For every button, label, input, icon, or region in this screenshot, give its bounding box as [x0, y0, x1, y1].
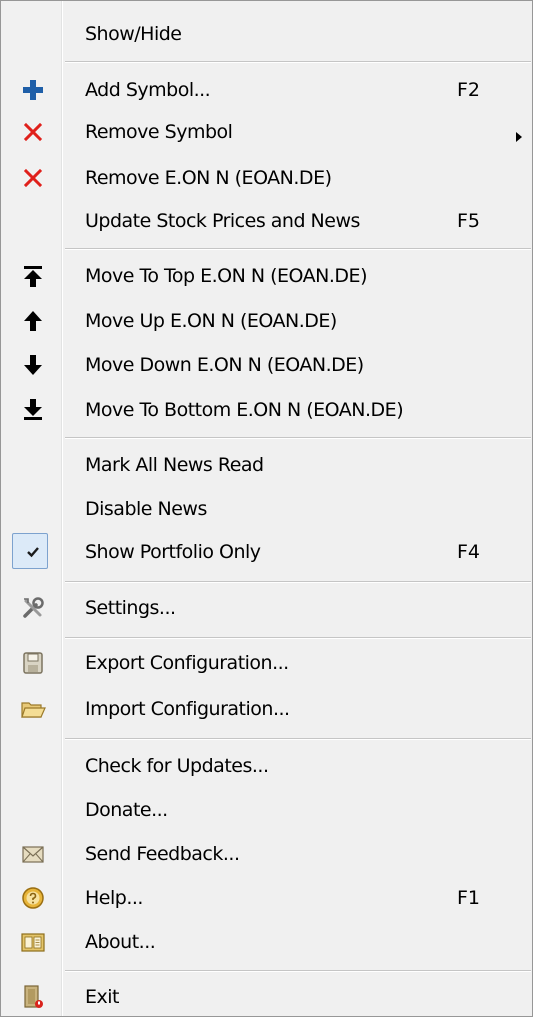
- arrow-up-icon: [19, 307, 47, 335]
- menu-item-label: About...: [85, 931, 156, 953]
- menu-item-label: Check for Updates...: [85, 755, 269, 777]
- envelope-icon: [19, 840, 47, 868]
- menu-item-help[interactable]: Help... F1: [1, 875, 532, 921]
- menu-item-remove-eon[interactable]: Remove E.ON N (EOAN.DE): [1, 155, 532, 201]
- menu-item-move-up[interactable]: Move Up E.ON N (EOAN.DE): [1, 298, 532, 344]
- menu-item-move-top[interactable]: Move To Top E.ON N (EOAN.DE): [1, 253, 532, 299]
- menu-item-label: Exit: [85, 986, 119, 1008]
- menu-item-move-down[interactable]: Move Down E.ON N (EOAN.DE): [1, 342, 532, 388]
- menu-item-label: Remove E.ON N (EOAN.DE): [85, 167, 332, 189]
- menu-item-exit[interactable]: Exit: [1, 974, 532, 1020]
- move-bottom-icon: [19, 396, 47, 424]
- menu-item-move-bottom[interactable]: Move To Bottom E.ON N (EOAN.DE): [1, 387, 532, 433]
- save-disk-icon: [19, 649, 47, 677]
- menu-item-import-config[interactable]: Import Configuration...: [1, 686, 532, 732]
- menu-item-label: Move Down E.ON N (EOAN.DE): [85, 354, 364, 376]
- menu-item-portfolio-only[interactable]: Show Portfolio Only F4: [1, 529, 532, 575]
- help-icon: [19, 884, 47, 912]
- move-top-icon: [19, 262, 47, 290]
- menu-item-disable-news[interactable]: Disable News: [1, 486, 532, 532]
- menu-separator: [65, 61, 531, 63]
- menu-item-label: Move Up E.ON N (EOAN.DE): [85, 310, 337, 332]
- menu-separator: [65, 437, 531, 439]
- menu-item-check-updates[interactable]: Check for Updates...: [1, 743, 532, 789]
- menu-item-label: Import Configuration...: [85, 698, 290, 720]
- menu-item-label: Add Symbol...: [85, 79, 211, 101]
- red-x-icon: [19, 118, 47, 146]
- menu-item-label: Settings...: [85, 597, 176, 619]
- plus-icon: [19, 76, 47, 104]
- checkmark-icon: [19, 538, 47, 566]
- menu-item-label: Help...: [85, 887, 143, 909]
- menu-separator: [65, 637, 531, 639]
- menu-item-label: Show Portfolio Only: [85, 541, 261, 563]
- red-x-icon: [19, 164, 47, 192]
- menu-item-label: Show/Hide: [85, 23, 182, 45]
- menu-item-label: Remove Symbol: [85, 121, 233, 143]
- menu-separator: [65, 738, 531, 740]
- arrow-down-icon: [19, 351, 47, 379]
- open-folder-icon: [19, 695, 47, 723]
- menu-item-send-feedback[interactable]: Send Feedback...: [1, 831, 532, 877]
- menu-separator: [65, 970, 531, 972]
- shortcut-label: F5: [457, 210, 481, 232]
- menu-item-about[interactable]: About...: [1, 919, 532, 965]
- menu-item-show-hide[interactable]: Show/Hide: [1, 11, 532, 57]
- tools-icon: [19, 594, 47, 622]
- menu-item-label: Move To Bottom E.ON N (EOAN.DE): [85, 399, 404, 421]
- menu-item-update-prices[interactable]: Update Stock Prices and News F5: [1, 198, 532, 244]
- shortcut-label: F2: [457, 79, 481, 101]
- menu-item-donate[interactable]: Donate...: [1, 787, 532, 833]
- shortcut-label: F1: [457, 887, 481, 909]
- menu-item-mark-read[interactable]: Mark All News Read: [1, 442, 532, 488]
- menu-item-settings[interactable]: Settings...: [1, 585, 532, 631]
- submenu-arrow-icon: [514, 126, 524, 142]
- menu-item-label: Mark All News Read: [85, 454, 264, 476]
- menu-item-export-config[interactable]: Export Configuration...: [1, 640, 532, 686]
- exit-door-icon: [19, 983, 47, 1011]
- shortcut-label: F4: [457, 541, 481, 563]
- menu-item-label: Disable News: [85, 498, 207, 520]
- menu-item-label: Donate...: [85, 799, 168, 821]
- menu-item-label: Export Configuration...: [85, 652, 289, 674]
- menu-item-label: Update Stock Prices and News: [85, 210, 360, 232]
- menu-item-add-symbol[interactable]: Add Symbol... F2: [1, 67, 532, 113]
- menu-separator: [65, 248, 531, 250]
- menu-item-remove-symbol[interactable]: Remove Symbol: [1, 109, 532, 155]
- about-book-icon: [19, 928, 47, 956]
- menu-separator: [65, 581, 531, 583]
- context-menu: Show/Hide Add Symbol... F2 Remove Symbol…: [0, 0, 533, 1017]
- menu-item-label: Move To Top E.ON N (EOAN.DE): [85, 265, 367, 287]
- menu-item-label: Send Feedback...: [85, 843, 240, 865]
